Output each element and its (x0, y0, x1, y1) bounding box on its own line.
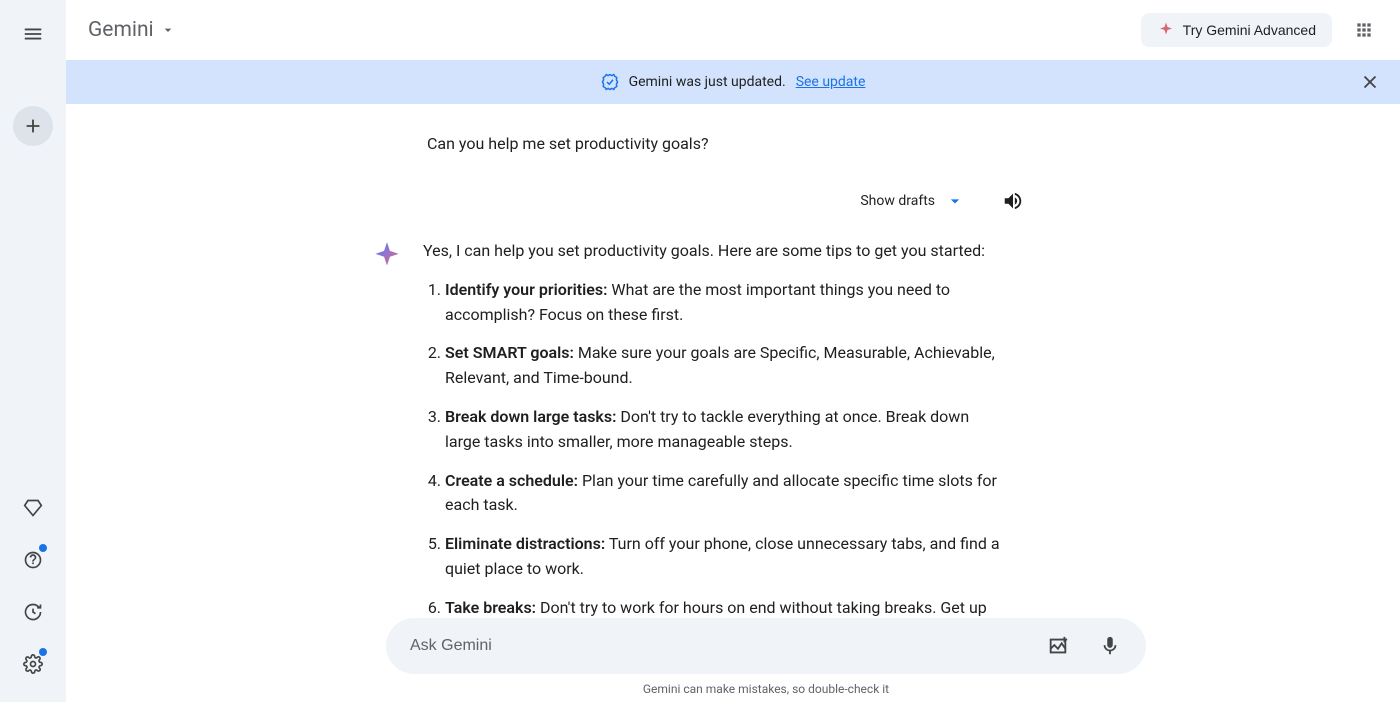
brand-dropdown[interactable]: Gemini (82, 18, 176, 42)
input-zone: Gemini can make mistakes, so double-chec… (132, 618, 1400, 702)
menu-button[interactable] (13, 14, 53, 54)
banner-close-button[interactable] (1354, 66, 1386, 98)
response-intro: Yes, I can help you set productivity goa… (423, 239, 1003, 264)
disclaimer: Gemini can make mistakes, so double-chec… (643, 682, 889, 696)
topbar: Gemini Try Gemini Advanced (66, 0, 1400, 60)
conversation-area: Can you help me set productivity goals? … (66, 104, 1400, 702)
try-advanced-label: Try Gemini Advanced (1183, 22, 1316, 38)
diamond-icon (23, 498, 43, 518)
activity-button[interactable] (13, 592, 53, 632)
check-badge-icon (601, 73, 619, 91)
tips-list: Identify your priorities: What are the m… (423, 278, 1003, 646)
tip-title: Break down large tasks: (445, 407, 616, 426)
close-icon (1359, 71, 1381, 93)
spark-icon (373, 241, 401, 269)
help-icon (23, 550, 43, 570)
apps-button[interactable] (1344, 10, 1384, 50)
mic-icon (1099, 635, 1121, 657)
history-icon (23, 602, 43, 622)
help-button[interactable] (13, 540, 53, 580)
tip-title: Create a schedule: (445, 471, 578, 490)
speak-button[interactable] (993, 181, 1033, 221)
try-advanced-button[interactable]: Try Gemini Advanced (1141, 13, 1332, 47)
add-image-button[interactable] (1038, 626, 1078, 666)
prompt-input[interactable] (410, 637, 1026, 655)
sidebar-bottom (13, 488, 53, 702)
gemini-avatar (373, 239, 405, 659)
gear-icon (23, 654, 43, 674)
top-right: Try Gemini Advanced (1141, 10, 1384, 50)
brand-label: Gemini (88, 18, 154, 42)
tip-item: Break down large tasks: Don't try to tac… (445, 405, 1003, 455)
plus-icon (22, 115, 44, 137)
apps-grid-icon (1354, 20, 1374, 40)
chevron-down-icon (945, 191, 965, 211)
notification-dot (39, 544, 47, 552)
tip-title: Take breaks: (445, 598, 536, 617)
response-header: Show drafts (373, 181, 1093, 221)
user-prompt: Can you help me set productivity goals? (373, 134, 1093, 153)
new-chat-button[interactable] (13, 106, 53, 146)
caret-down-icon (160, 22, 176, 38)
tip-title: Identify your priorities: (445, 280, 607, 299)
tip-title: Eliminate distractions: (445, 534, 605, 553)
show-drafts-label: Show drafts (860, 193, 935, 209)
tip-title: Set SMART goals: (445, 343, 574, 362)
sidebar (0, 0, 66, 702)
image-add-icon (1047, 635, 1069, 657)
response: Yes, I can help you set productivity goa… (373, 239, 1093, 659)
settings-button[interactable] (13, 644, 53, 684)
tip-item: Eliminate distractions: Turn off your ph… (445, 532, 1003, 582)
tip-item: Set SMART goals: Make sure your goals ar… (445, 341, 1003, 391)
volume-icon (1002, 190, 1024, 212)
tip-item: Identify your priorities: What are the m… (445, 278, 1003, 328)
gem-manager-button[interactable] (13, 488, 53, 528)
prompt-input-wrap (386, 618, 1146, 674)
banner-link[interactable]: See update (796, 74, 866, 90)
tip-item: Create a schedule: Plan your time carefu… (445, 469, 1003, 519)
banner-text: Gemini was just updated. (629, 74, 786, 90)
menu-icon (22, 23, 44, 45)
mic-button[interactable] (1090, 626, 1130, 666)
update-banner: Gemini was just updated. See update (66, 60, 1400, 104)
notification-dot (39, 648, 47, 656)
show-drafts-toggle[interactable]: Show drafts (860, 191, 965, 211)
spark-icon (1157, 21, 1175, 39)
response-body: Yes, I can help you set productivity goa… (423, 239, 1003, 659)
main: Gemini Try Gemini Advanced Gemini was ju… (66, 0, 1400, 702)
